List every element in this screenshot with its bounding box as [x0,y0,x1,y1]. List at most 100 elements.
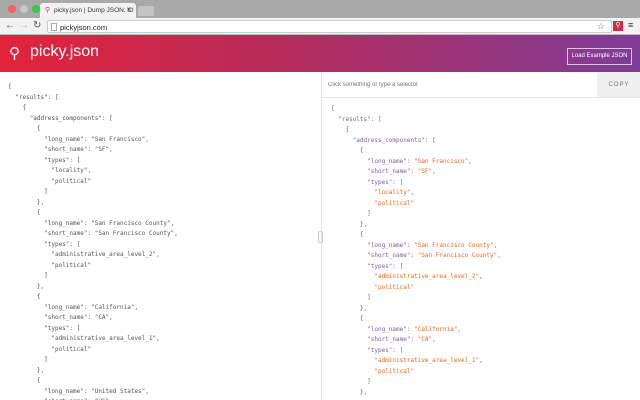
json-line[interactable]: "results": [ [331,115,501,126]
json-output-pane: COPY { "results": [ { "address_component… [321,72,640,400]
json-line: "locality", [8,166,178,177]
json-line[interactable]: "short_name": "San Francisco County", [331,251,501,262]
json-line[interactable]: ] [331,377,501,388]
reload-icon[interactable]: ↻ [33,20,41,31]
json-string-value: "administrative_area_level_2" [374,273,480,280]
json-line[interactable]: "long_name": "San Francisco", [331,157,501,168]
close-tab-icon[interactable]: ✕ [126,6,132,14]
json-line[interactable]: "political" [331,199,501,210]
json-line[interactable]: { [331,125,501,136]
json-punct: ] [44,272,48,279]
browser-toolbar: ← → ↻ pickyjson.com ☆ ⚲ ≡ [0,18,640,35]
bookmark-star-icon[interactable]: ☆ [597,21,605,32]
json-line[interactable]: }, [331,304,501,315]
json-line[interactable]: "administrative_area_level_2", [331,272,501,283]
browser-tab[interactable]: ⚲ picky.json | Dump JSON. Cl ✕ [40,3,136,18]
json-string-value: "United States" [91,387,146,395]
url-text: pickyjson.com [60,23,108,32]
json-string-value: "SF" [94,146,110,153]
back-icon[interactable]: ← [5,20,15,31]
json-punct: { [36,125,41,132]
json-line[interactable]: "administrative_area_level_1", [331,356,501,367]
json-key: "short_name": [367,168,418,175]
json-string-value: "CA" [417,336,433,343]
json-string-value: "administrative_area_level_2" [51,251,157,258]
close-window-button[interactable] [8,5,16,13]
extension-icon[interactable]: ⚲ [613,21,623,31]
json-punct: { [36,377,41,384]
json-key: "types": [ [44,156,81,164]
json-punct: { [359,315,364,322]
json-line[interactable]: "address_components": [ [331,136,501,147]
json-line[interactable]: }, [331,388,501,399]
json-line: "administrative_area_level_1", [8,334,178,345]
json-source[interactable]: { "results": [ { "address_components": [… [8,82,178,400]
app-header: ⚲ picky.json Load Example JSON [0,35,640,72]
json-string-value: "political" [51,345,92,353]
json-punct: , [432,168,436,175]
json-line[interactable]: ] [331,209,501,220]
json-string-value: "San Francisco County" [94,230,175,237]
new-tab-button[interactable] [138,6,154,16]
address-bar[interactable]: pickyjson.com ☆ [47,20,612,33]
json-punct: }, [359,304,368,312]
json-line[interactable]: "short_name": "SF", [331,167,501,178]
json-string-value: "political" [51,261,92,269]
json-punct: , [493,241,498,249]
json-line[interactable]: "types": [ [331,262,501,273]
json-punct: , [134,303,139,311]
json-line[interactable]: "political" [331,367,501,378]
json-punct: , [432,336,436,343]
json-key: "results": [ [338,115,382,123]
json-line[interactable]: "types": [ [331,346,501,357]
json-line: "short_name": "SF", [8,145,178,156]
json-key: "types": [ [367,178,404,186]
json-key: "long_name": [367,157,415,165]
json-punct: , [468,157,472,165]
json-string-value: "San Francisco" [414,157,469,165]
json-line[interactable]: ] [331,293,501,304]
json-line[interactable]: { [331,146,501,157]
menu-icon[interactable]: ≡ [628,20,633,30]
json-line: { [8,376,178,387]
json-string-value: "California" [414,325,458,333]
json-line: ] [8,355,178,366]
json-key: "long_name": [44,219,92,227]
json-line: "types": [ [8,240,178,251]
selector-input[interactable] [322,72,597,98]
json-line[interactable]: }, [331,220,501,231]
forward-icon[interactable]: → [19,20,29,31]
json-key: "short_name": [367,336,418,343]
json-key: "types": [ [367,346,404,354]
json-line: ] [8,271,178,282]
json-line: { [8,208,178,219]
json-key: "short_name": [44,146,95,153]
json-line: "long_name": "San Francisco County", [8,219,178,230]
json-line[interactable]: "political" [331,283,501,294]
json-punct: { [36,293,41,300]
json-line[interactable]: { [331,314,501,325]
json-line: "political" [8,177,178,188]
maximize-window-button[interactable] [32,5,40,13]
search-icon: ⚲ [45,7,51,14]
json-line: ] [8,187,178,198]
json-line[interactable]: "locality", [331,188,501,199]
json-line[interactable]: { [331,230,501,241]
json-line: "address_components": [ [8,114,178,125]
json-input-pane[interactable]: { "results": [ { "address_components": [… [0,72,320,400]
json-line[interactable]: "long_name": "California", [331,325,501,336]
copy-button[interactable]: COPY [597,72,640,98]
json-key: "address_components": [ [352,136,436,144]
json-line: "long_name": "California", [8,303,178,314]
json-punct: ] [367,294,371,301]
minimize-window-button[interactable] [20,5,28,13]
json-line[interactable]: "short_name": "CA", [331,335,501,346]
json-string-value: "political" [374,199,415,207]
json-line[interactable]: "long_name": "San Francisco County", [331,241,501,252]
json-punct: , [479,273,483,280]
json-line[interactable]: { [331,104,501,115]
json-punct: { [359,231,364,238]
json-punct: , [87,167,92,174]
json-line[interactable]: "types": [ [331,178,501,189]
load-example-button[interactable]: Load Example JSON [567,48,632,65]
